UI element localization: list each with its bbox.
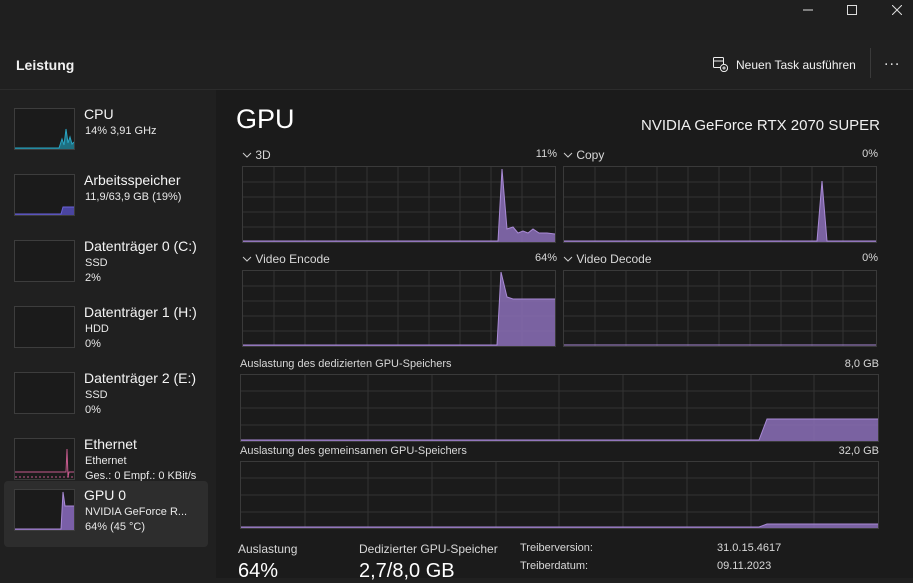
- sidebar-item-usage: 2%: [85, 272, 101, 284]
- sidebar-item-usage: 0%: [85, 338, 101, 350]
- close-icon[interactable]: [874, 0, 913, 20]
- sidebar-item-type: Ethernet: [85, 455, 127, 467]
- sidebar-item-name: Datenträger 1 (H:): [84, 304, 197, 320]
- disk-2-thumbnail-graph: [14, 372, 75, 414]
- engine-video-decode-percent: 0%: [862, 252, 878, 264]
- maximize-icon[interactable]: [829, 0, 875, 20]
- driver-date-label: Treiberdatum:: [520, 560, 589, 572]
- sidebar-item-name: Datenträger 0 (C:): [84, 238, 197, 254]
- utilization-label: Auslastung: [238, 542, 298, 556]
- engine-video-encode-label: Video Encode: [255, 252, 330, 266]
- dedicated-memory-stat-value: 2,7/8,0 GB: [359, 560, 455, 582]
- dedicated-memory-svg: [241, 375, 878, 441]
- chevron-down-icon: [563, 252, 573, 266]
- engine-video-encode-percent: 64%: [534, 252, 557, 264]
- dedicated-memory-max: 8,0 GB: [844, 358, 879, 370]
- sidebar-item-usage: 0%: [85, 404, 101, 416]
- sidebar-item-disk-0[interactable]: Datenträger 0 (C:) SSD 2%: [4, 232, 208, 298]
- sidebar-item-usage: 64% (45 °C): [85, 521, 146, 533]
- minimize-icon[interactable]: [785, 0, 831, 20]
- engine-video-decode-graph: [563, 270, 877, 347]
- engine-copy-label: Copy: [576, 148, 605, 162]
- header-divider: [870, 48, 871, 78]
- driver-date-value: 09.11.2023: [717, 560, 772, 572]
- engine-copy-percent: 0%: [862, 148, 878, 160]
- engine-video-encode-selector[interactable]: Video Encode: [242, 252, 330, 266]
- engine-copy-svg: [564, 167, 876, 242]
- engine-3d-label: 3D: [255, 148, 271, 162]
- engine-video-decode-svg: [564, 271, 876, 346]
- sidebar-item-gpu-0[interactable]: GPU 0 NVIDIA GeForce R... 64% (45 °C): [4, 481, 208, 547]
- page-header: Leistung Neuen Task ausführen ...: [0, 40, 913, 90]
- page-title: Leistung: [16, 57, 75, 73]
- gpu-thumbnail-graph: [14, 489, 75, 531]
- engine-copy-selector[interactable]: Copy: [563, 148, 604, 162]
- dedicated-memory-label: Auslastung des dedizierten GPU-Speichers: [240, 358, 452, 370]
- engine-3d-percent: 11%: [535, 148, 557, 160]
- engine-3d-svg: [243, 167, 555, 242]
- sidebar-item-disk-2[interactable]: Datenträger 2 (E:) SSD 0%: [4, 364, 208, 430]
- sidebar-item-name: Arbeitsspeicher: [84, 172, 181, 188]
- shared-memory-label: Auslastung des gemeinsamen GPU-Speichers: [240, 445, 467, 457]
- disk-1-thumbnail-graph: [14, 306, 75, 348]
- driver-version-value: 31.0.15.4617: [717, 542, 782, 554]
- run-new-task-button[interactable]: Neuen Task ausführen: [712, 55, 856, 75]
- utilization-value: 64%: [238, 560, 279, 582]
- sidebar-item-model: NVIDIA GeForce R...: [85, 506, 188, 518]
- sidebar-item-name: GPU 0: [84, 487, 127, 503]
- run-task-label: Neuen Task ausführen: [736, 58, 856, 72]
- engine-3d-selector[interactable]: 3D: [242, 148, 271, 162]
- dedicated-memory-graph: [240, 374, 879, 442]
- more-options-button[interactable]: ...: [884, 52, 900, 70]
- shared-memory-graph: [240, 461, 879, 529]
- sidebar-item-memory[interactable]: Arbeitsspeicher 11,9/63,9 GB (19%): [4, 166, 208, 232]
- sidebar-item-name: Datenträger 2 (E:): [84, 370, 197, 386]
- memory-thumbnail-graph: [14, 174, 75, 216]
- cpu-thumbnail-graph: [14, 108, 75, 150]
- sidebar-item-disk-1[interactable]: Datenträger 1 (H:) HDD 0%: [4, 298, 208, 364]
- sidebar-item-detail: 14% 3,91 GHz: [85, 125, 157, 137]
- gpu-detail-panel: GPU NVIDIA GeForce RTX 2070 SUPER 3D 11%…: [216, 90, 913, 582]
- sidebar: CPU 14% 3,91 GHz Arbeitsspeicher 11,9/63…: [0, 90, 216, 578]
- run-task-icon: [712, 56, 729, 75]
- engine-video-decode-label: Video Decode: [576, 252, 652, 266]
- ethernet-thumbnail-graph: [14, 438, 75, 480]
- dedicated-memory-stat-label: Dedizierter GPU-Speicher: [359, 542, 498, 556]
- engine-3d-graph: [242, 166, 556, 243]
- sidebar-item-type: SSD: [85, 389, 108, 401]
- engine-video-decode-selector[interactable]: Video Decode: [563, 252, 652, 266]
- shared-memory-svg: [241, 462, 878, 528]
- chevron-down-icon: [563, 148, 573, 162]
- gpu-model-name: NVIDIA GeForce RTX 2070 SUPER: [641, 117, 880, 134]
- sidebar-item-name: Ethernet: [84, 436, 137, 452]
- sidebar-item-detail: 11,9/63,9 GB (19%): [85, 191, 182, 203]
- sidebar-item-type: SSD: [85, 257, 108, 269]
- disk-0-thumbnail-graph: [14, 240, 75, 282]
- engine-video-encode-graph: [242, 270, 556, 347]
- chevron-down-icon: [242, 148, 252, 162]
- sidebar-item-type: HDD: [85, 323, 109, 335]
- sidebar-item-cpu[interactable]: CPU 14% 3,91 GHz: [4, 100, 208, 166]
- engine-copy-graph: [563, 166, 877, 243]
- sidebar-item-name: CPU: [84, 106, 114, 122]
- engine-video-encode-svg: [243, 271, 555, 346]
- title-bar: [0, 0, 913, 40]
- shared-memory-max: 32,0 GB: [838, 445, 879, 457]
- chevron-down-icon: [242, 252, 252, 266]
- driver-version-label: Treiberversion:: [520, 542, 593, 554]
- gpu-title: GPU: [236, 104, 295, 134]
